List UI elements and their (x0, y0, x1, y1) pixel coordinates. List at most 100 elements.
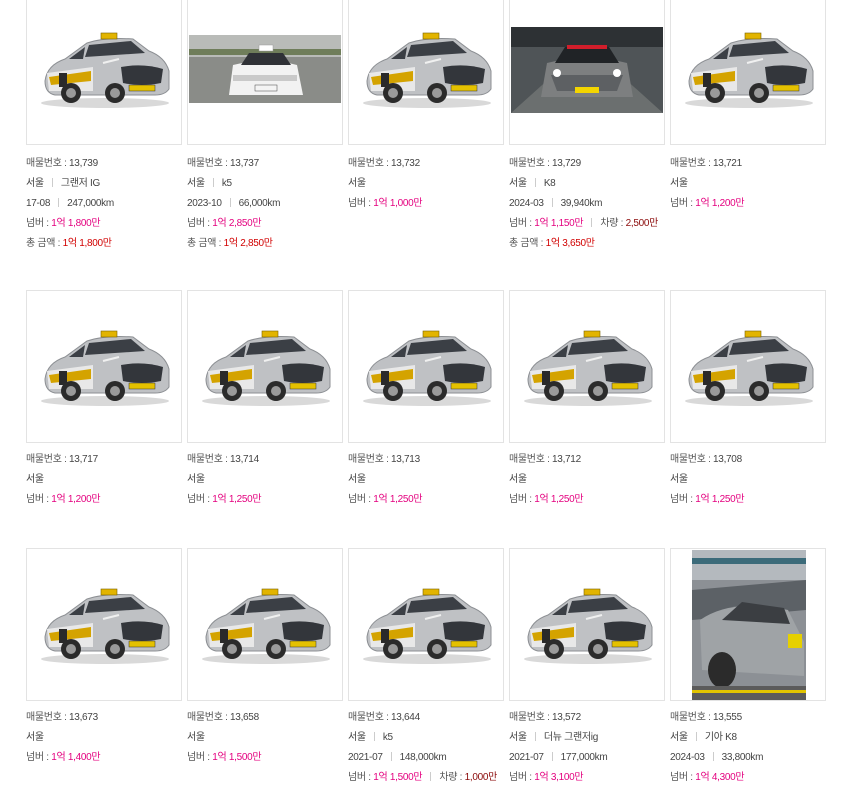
region: 서울 (348, 732, 366, 743)
license-price-label: 넘버 : (187, 218, 213, 229)
listing-number-label: 매물번호 : (348, 454, 392, 465)
divider (551, 752, 553, 761)
listing-thumbnail[interactable] (187, 548, 343, 701)
listing-thumbnail[interactable] (187, 290, 343, 443)
listing-number-label: 매물번호 : (509, 712, 553, 723)
region: 서울 (509, 178, 527, 189)
license-price-label: 넘버 : (509, 494, 535, 505)
listing-number: 13,708 (713, 454, 742, 465)
listing-thumbnail[interactable] (509, 548, 665, 701)
license-price-label: 넘버 : (26, 752, 52, 763)
listing-number-line: 매물번호 : 13,555 (670, 708, 852, 728)
listing-thumbnail[interactable] (670, 0, 826, 145)
car-model: 그랜저 IG (60, 178, 100, 189)
price-line: 넘버 : 1억 2,850만 (187, 214, 387, 234)
model-year: 2021-07 (509, 752, 544, 763)
region: 서울 (187, 732, 205, 743)
price-line: 넘버 : 1억 1,150만 차량 : 2,500만 (509, 214, 709, 234)
mileage: 33,800km (721, 752, 764, 763)
car-model: 기아 K8 (704, 732, 737, 743)
license-price: 1억 1,250만 (373, 494, 423, 505)
total-price-label: 총 금액 : (509, 238, 546, 249)
listing-thumbnail[interactable] (26, 0, 182, 145)
listing-thumbnail[interactable] (348, 548, 504, 701)
divider (373, 732, 375, 741)
price-line: 넘버 : 1억 1,250만 (670, 490, 852, 510)
license-price-label: 넘버 : (187, 752, 213, 763)
license-price: 1억 1,500만 (373, 772, 423, 783)
listing-number-label: 매물번호 : (348, 158, 392, 169)
license-price: 1억 1,000만 (373, 198, 423, 209)
license-price-label: 넘버 : (26, 218, 52, 229)
license-price-label: 넘버 : (26, 494, 52, 505)
listing-number: 13,713 (391, 454, 420, 465)
divider (212, 178, 214, 187)
listing-number: 13,572 (552, 712, 581, 723)
divider (534, 178, 536, 187)
model-year: 2024-03 (670, 752, 705, 763)
listing-thumbnail[interactable] (26, 548, 182, 701)
listing-number-line: 매물번호 : 13,708 (670, 450, 852, 470)
model-year: 17-08 (26, 198, 51, 209)
listing-thumbnail[interactable] (509, 0, 665, 145)
license-price-label: 넘버 : (509, 772, 535, 783)
listing-number-label: 매물번호 : (670, 712, 714, 723)
divider (51, 178, 53, 187)
divider (390, 752, 392, 761)
listing-number: 13,729 (552, 158, 581, 169)
listing-thumbnail[interactable] (348, 0, 504, 145)
license-price: 1억 2,850만 (212, 218, 262, 229)
listing-number: 13,673 (69, 712, 98, 723)
divider (695, 732, 697, 741)
listing-number: 13,712 (552, 454, 581, 465)
listing-thumbnail[interactable] (26, 290, 182, 443)
listing-number-label: 매물번호 : (26, 158, 70, 169)
license-price: 1억 1,500만 (212, 752, 262, 763)
region: 서울 (348, 474, 366, 485)
listing-number: 13,721 (713, 158, 742, 169)
total-price-line: 총 금액 : 1억 2,850만 (187, 234, 387, 254)
mileage: 177,000km (560, 752, 608, 763)
divider (712, 752, 714, 761)
region: 서울 (26, 178, 44, 189)
listing-thumbnail[interactable] (670, 290, 826, 443)
listing-info: 매물번호 : 13,721 서울 넘버 : 1억 1,200만 (670, 154, 852, 214)
price-line: 넘버 : 1억 4,300만 (670, 768, 852, 787)
region: 서울 (670, 178, 688, 189)
vehicle-price-label: 차량 : (600, 218, 626, 229)
vehicle-price-label: 차량 : (439, 772, 465, 783)
listing-number-label: 매물번호 : (187, 454, 231, 465)
listing-thumbnail[interactable] (670, 548, 826, 701)
listing-number: 13,737 (230, 158, 259, 169)
region-line: 서울 (670, 470, 852, 490)
divider (551, 198, 553, 207)
listing-number-label: 매물번호 : (26, 712, 70, 723)
region: 서울 (348, 178, 366, 189)
license-price-label: 넘버 : (348, 198, 374, 209)
region: 서울 (670, 474, 688, 485)
region-line: 서울 기아 K8 (670, 728, 852, 748)
listing-number-label: 매물번호 : (670, 454, 714, 465)
listing-number-label: 매물번호 : (509, 158, 553, 169)
mileage: 39,940km (560, 198, 603, 209)
total-price: 1억 3,650만 (545, 238, 595, 249)
listing-number: 13,739 (69, 158, 98, 169)
listing-number: 13,644 (391, 712, 420, 723)
listing-thumbnail[interactable] (187, 0, 343, 145)
license-price: 1억 1,200만 (51, 494, 101, 505)
license-price: 1억 1,400만 (51, 752, 101, 763)
listing-thumbnail[interactable] (509, 290, 665, 443)
model-year: 2023-10 (187, 198, 222, 209)
license-price-label: 넘버 : (187, 494, 213, 505)
license-price: 1억 1,250만 (212, 494, 262, 505)
divider (534, 732, 536, 741)
license-price-label: 넘버 : (670, 198, 696, 209)
spec-line: 2024-03 33,800km (670, 748, 852, 768)
divider (430, 772, 432, 781)
model-year: 2024-03 (509, 198, 544, 209)
license-price-label: 넘버 : (348, 772, 374, 783)
listing-thumbnail[interactable] (348, 290, 504, 443)
total-price-label: 총 금액 : (26, 238, 63, 249)
region: 서울 (509, 732, 527, 743)
listing-number-label: 매물번호 : (348, 712, 392, 723)
